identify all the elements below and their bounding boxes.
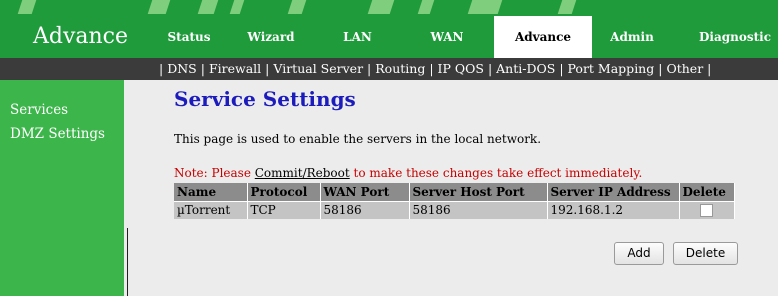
menu-separator: | (429, 61, 434, 76)
submenu-firewall[interactable]: Firewall (209, 61, 261, 76)
menu-separator: | (200, 61, 205, 76)
sidebar-item-dmz-settings[interactable]: DMZ Settings (10, 126, 105, 142)
page-description: This page is used to enable the servers … (174, 132, 542, 146)
menu-separator: | (559, 61, 564, 76)
tab-advance[interactable]: Advance (494, 16, 592, 58)
submenu-routing[interactable]: Routing (375, 61, 425, 76)
menu-separator: | (487, 61, 493, 76)
cell-wan-port: 58186 (320, 200, 410, 219)
menu-separator: | (367, 61, 372, 76)
add-button[interactable]: Add (614, 242, 664, 265)
commit-note: Note: Please Commit/Reboot to make these… (174, 166, 642, 180)
menu-separator: | (707, 61, 712, 76)
header-decoration (417, 0, 435, 14)
header-decoration (229, 0, 245, 14)
header-decoration (467, 0, 503, 14)
table-header-row: Name Protocol WAN Port Server Host Port … (174, 183, 735, 201)
header-decoration (287, 0, 307, 14)
submenu-other[interactable]: Other (666, 61, 703, 76)
tab-diagnostic[interactable]: Diagnostic (692, 16, 778, 58)
note-prefix: Note: Please (174, 166, 255, 180)
services-table: Name Protocol WAN Port Server Host Port … (174, 183, 735, 219)
header-decoration (197, 0, 219, 14)
note-suffix: to make these changes take effect immedi… (349, 166, 643, 180)
submenu-port-mapping[interactable]: Port Mapping (568, 61, 655, 76)
top-header: Advance Status Wizard LAN WAN Advance Ad… (0, 0, 778, 58)
menu-separator: | (265, 61, 270, 76)
tab-status[interactable]: Status (155, 16, 223, 58)
col-protocol-header: Protocol (247, 183, 321, 201)
col-delete-header: Delete (679, 183, 735, 201)
tab-wan[interactable]: WAN (407, 16, 487, 58)
table-row: µTorrent TCP 58186 58186 192.168.1.2 (174, 200, 735, 219)
col-name-header: Name (174, 183, 248, 201)
header-decoration (17, 0, 37, 14)
header-decoration (367, 0, 395, 14)
submenu-ip-qos[interactable]: IP QOS (438, 61, 484, 76)
submenu-virtual-server[interactable]: Virtual Server (273, 61, 363, 76)
main-nav: Status Wizard LAN WAN Advance Admin Diag… (155, 16, 778, 58)
cell-delete (679, 200, 735, 219)
col-server-ip-header: Server IP Address (547, 183, 680, 201)
submenu-anti-dos[interactable]: Anti-DOS (496, 61, 555, 76)
cell-host-port: 58186 (409, 200, 548, 219)
delete-checkbox[interactable] (700, 204, 713, 218)
delete-button[interactable]: Delete (673, 242, 738, 265)
sidebar-item-services[interactable]: Services (10, 102, 68, 118)
cell-server-ip: 192.168.1.2 (547, 200, 680, 219)
tab-wizard[interactable]: Wizard (235, 16, 307, 58)
brand-title: Advance (33, 24, 129, 49)
header-decoration (147, 0, 171, 14)
col-host-port-header: Server Host Port (409, 183, 548, 201)
commit-reboot-link[interactable]: Commit/Reboot (255, 166, 350, 180)
main-content: Service Settings This page is used to en… (128, 80, 778, 296)
submenu-dns[interactable]: DNS (167, 61, 197, 76)
col-wan-port-header: WAN Port (320, 183, 410, 201)
sub-menu: | DNS | Firewall | Virtual Server | Routing | IP … (0, 58, 778, 80)
header-decoration (557, 0, 577, 14)
menu-separator: | (159, 61, 164, 76)
cell-name: µTorrent (174, 200, 248, 219)
page-title: Service Settings (174, 87, 356, 111)
tab-lan[interactable]: LAN (320, 16, 395, 58)
cell-protocol: TCP (247, 200, 321, 219)
menu-separator: | (658, 61, 663, 76)
sidebar: Services DMZ Settings (0, 80, 124, 296)
tab-admin[interactable]: Admin (592, 16, 672, 58)
